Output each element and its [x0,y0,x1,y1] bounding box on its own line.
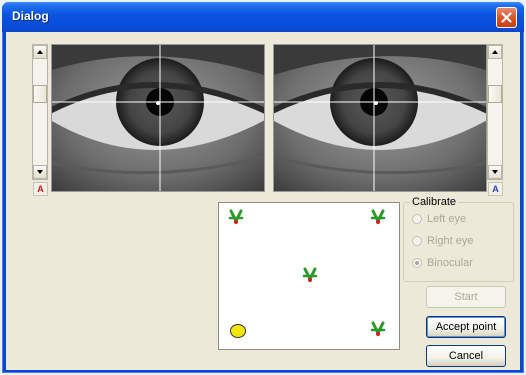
radio-label: Left eye [427,213,467,225]
radio-label: Right eye [427,235,474,247]
right-eye-camera-view [273,44,487,192]
right-eye-image [274,45,486,191]
scroll-thumb[interactable] [488,85,502,103]
cancel-button[interactable]: Cancel [426,345,506,367]
radio-button[interactable] [412,214,422,224]
right-eye-tag: A [488,182,503,196]
calibration-target-icon [302,267,318,283]
scroll-down-arrow[interactable] [33,165,47,179]
left-eye-scrollbar[interactable] [32,44,48,180]
radio-button[interactable] [412,258,422,268]
scroll-down-arrow[interactable] [488,165,502,179]
dialog-client-area: A A Calibrate Left eye Right eye Binocul… [6,32,520,370]
radio-left-eye[interactable]: Left eye [412,213,466,225]
radio-binocular[interactable]: Binocular [412,257,473,269]
calibration-target-icon [370,321,386,337]
left-eye-image [52,45,264,191]
calibrate-groupbox: Calibrate Left eye Right eye Binocular [403,196,514,282]
close-button[interactable] [496,7,517,28]
start-button[interactable]: Start [426,286,506,308]
scroll-thumb[interactable] [33,85,47,103]
window-title: Dialog [12,9,49,23]
close-icon [501,12,512,23]
left-eye-tag: A [33,182,48,196]
title-bar[interactable]: Dialog [2,2,524,32]
accept-point-button[interactable]: Accept point [426,316,506,338]
calibration-target-area[interactable] [218,202,400,350]
dialog-window: Dialog A A Calibrate Left eye Right eye … [2,2,524,373]
radio-button[interactable] [412,236,422,246]
left-eye-camera-view [51,44,265,192]
scroll-up-arrow[interactable] [488,45,502,59]
calibration-target-icon [370,209,386,225]
radio-label: Binocular [427,257,473,269]
calibrate-group-title: Calibrate [410,196,459,208]
scroll-up-arrow[interactable] [33,45,47,59]
current-point-marker-icon [230,324,246,338]
calibration-target-icon [228,209,244,225]
radio-right-eye[interactable]: Right eye [412,235,473,247]
right-eye-scrollbar[interactable] [487,44,503,180]
